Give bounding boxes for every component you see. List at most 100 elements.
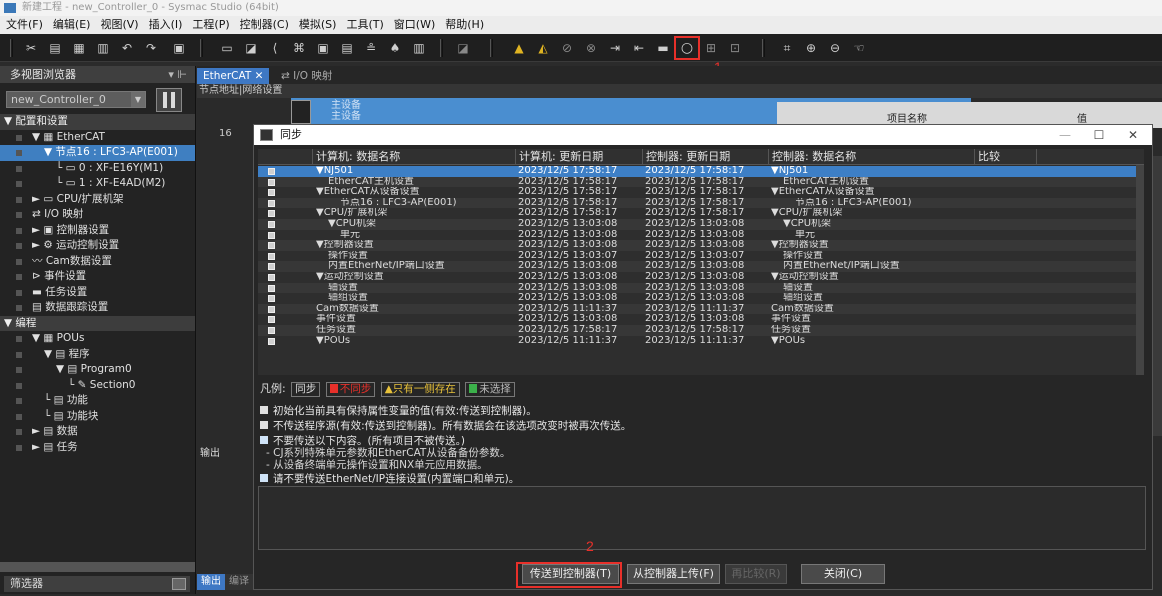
- transfer-from-controller-button[interactable]: 从控制器上传(F): [627, 564, 720, 584]
- table-row[interactable]: 轴组设置 2023/12/5 13:03:08 2023/12/5 13:03:08…: [258, 293, 1144, 304]
- row-checkbox[interactable]: [268, 274, 275, 281]
- table-row[interactable]: EtherCAT主机设置 2023/12/5 17:58:17 2023/12/5 …: [258, 176, 1144, 188]
- row-checkbox[interactable]: [268, 189, 275, 197]
- checkbox-init-retain[interactable]: [260, 406, 268, 414]
- table-row[interactable]: 单元 2023/12/5 13:03:08 2023/12/5 13:03:08 单元: [258, 230, 1144, 241]
- option-init-retain[interactable]: 初始化当前具有保持属性变量的值(有效:传送到控制器)。: [260, 405, 537, 417]
- tree-item[interactable]: 〰 Cam数据设置: [0, 254, 195, 270]
- offline-icon[interactable]: ⌘: [290, 39, 308, 57]
- table-row[interactable]: 节点16 : LFC3-AP(E001) 2023/12/5 17:58:17 20…: [258, 197, 1144, 209]
- tree-item[interactable]: ▼ 配置和设置: [0, 114, 195, 130]
- tree-item[interactable]: ► ▤ 任务: [0, 440, 195, 456]
- menu-insert[interactable]: 插入(I): [144, 16, 188, 34]
- warning-icon[interactable]: ▲: [510, 39, 528, 57]
- menu-file[interactable]: 文件(F): [0, 16, 48, 34]
- help-icon[interactable]: ▣: [170, 39, 188, 57]
- filter-toggle-icon[interactable]: [172, 578, 186, 590]
- table-row[interactable]: ▼CPU/扩展机架 2023/12/5 17:58:17 2023/12/5 17:…: [258, 208, 1144, 219]
- column-pc-name[interactable]: 计算机: 数据名称: [312, 149, 512, 165]
- filter-bar[interactable]: 筛选器: [4, 576, 190, 592]
- tree-item[interactable]: ⇄ I/O 映射: [0, 207, 195, 223]
- close-icon[interactable]: ✕: [255, 70, 264, 82]
- set-icon[interactable]: ⊗: [582, 39, 600, 57]
- row-checkbox[interactable]: [268, 168, 275, 175]
- transfer-icon[interactable]: ⇥: [606, 39, 624, 57]
- row-checkbox[interactable]: [268, 316, 275, 324]
- simulation-icon[interactable]: ⊞: [702, 39, 720, 57]
- rebuild-icon[interactable]: ≗: [362, 39, 380, 57]
- online-icon[interactable]: ⟨: [266, 39, 284, 57]
- fit-icon[interactable]: ⌗: [778, 39, 796, 57]
- checkbox-no-eip[interactable]: [260, 474, 268, 482]
- vertical-scrollbar[interactable]: [1152, 156, 1162, 436]
- menu-controller[interactable]: 控制器(C): [235, 16, 294, 34]
- zoom-out-icon[interactable]: ⊖: [826, 39, 844, 57]
- monitor-icon[interactable]: ⊘: [558, 39, 576, 57]
- tree-item[interactable]: └ ▭ 0 : XF-E16Y(M1): [0, 161, 195, 177]
- close-icon[interactable]: ✕: [1116, 125, 1150, 145]
- tree-item[interactable]: └ ✎ Section0: [0, 378, 195, 394]
- column-compare[interactable]: 比较: [974, 149, 1036, 165]
- undo-icon[interactable]: ↶: [118, 39, 136, 57]
- tree-item[interactable]: ⊳ 事件设置: [0, 269, 195, 285]
- row-checkbox[interactable]: [268, 263, 275, 271]
- controller-select[interactable]: new_Controller_0 ▼: [6, 91, 146, 108]
- tree-item[interactable]: ▼ ▦ EtherCAT: [0, 130, 195, 146]
- option-no-eip[interactable]: 请不要传送EtherNet/IP连接设置(内置端口和单元)。: [260, 473, 519, 485]
- pin-icon[interactable]: ▾ ⊩: [168, 66, 187, 83]
- row-checkbox[interactable]: [268, 305, 275, 313]
- row-checkbox[interactable]: [268, 242, 275, 250]
- tree-item[interactable]: ► ▭ CPU/扩展机架: [0, 192, 195, 208]
- table-row[interactable]: 轴设置 2023/12/5 13:03:08 2023/12/5 13:03:08 轴…: [258, 282, 1144, 294]
- tab-compile[interactable]: 编译: [225, 574, 253, 590]
- tree-item[interactable]: ► ⚙ 运动控制设置: [0, 238, 195, 254]
- row-checkbox[interactable]: [268, 327, 275, 334]
- tree-item[interactable]: ▤ 数据跟踪设置: [0, 300, 195, 316]
- paste-icon[interactable]: ▦: [70, 39, 88, 57]
- column-ctl-date[interactable]: 控制器: 更新日期: [642, 149, 767, 165]
- checkbox-no-transfer[interactable]: [260, 436, 268, 444]
- minimize-icon[interactable]: —: [1048, 125, 1082, 145]
- tab-output[interactable]: 输出: [197, 574, 225, 590]
- table-row[interactable]: 操作设置 2023/12/5 13:03:07 2023/12/5 13:03:07…: [258, 251, 1144, 262]
- cut-icon[interactable]: ✂: [22, 39, 40, 57]
- maximize-icon[interactable]: ☐: [1082, 125, 1116, 145]
- redo-icon[interactable]: ↷: [142, 39, 160, 57]
- build-icon[interactable]: ▤: [338, 39, 356, 57]
- table-row[interactable]: 事件设置 2023/12/5 13:03:08 2023/12/5 13:03:08…: [258, 314, 1144, 325]
- row-checkbox[interactable]: [268, 231, 275, 239]
- tab-ethercat[interactable]: EtherCAT ✕: [197, 68, 270, 84]
- tree-item[interactable]: ▼ ▦ POUs: [0, 331, 195, 347]
- table-row[interactable]: 内置EtherNet/IP端口设置 2023/12/5 13:03:08 2023/…: [258, 261, 1144, 272]
- close-button[interactable]: 关闭(C): [801, 564, 885, 584]
- project-icon[interactable]: ◪: [242, 39, 260, 57]
- tree-item[interactable]: ▼ ▤ 程序: [0, 347, 195, 363]
- tree-item[interactable]: └ ▤ 功能块: [0, 409, 195, 425]
- tree-item[interactable]: ► ▤ 数据: [0, 424, 195, 440]
- tree-item[interactable]: ▼ ▤ Program0: [0, 362, 195, 378]
- option-no-source[interactable]: 不传送程序源(有效:传送到控制器)。所有数据会在该选项改变时被再次传送。: [260, 420, 631, 432]
- tree-item[interactable]: └ ▤ 功能: [0, 393, 195, 409]
- menu-edit[interactable]: 编辑(E): [48, 16, 96, 34]
- force-icon[interactable]: ◪: [454, 39, 472, 57]
- row-checkbox[interactable]: [268, 252, 275, 260]
- controller-icon[interactable]: [156, 88, 182, 112]
- menu-simulation[interactable]: 模拟(S): [294, 16, 342, 34]
- table-row[interactable]: ▼CPU机架 2023/12/5 13:03:08 2023/12/5 13:03:…: [258, 219, 1144, 230]
- menu-project[interactable]: 工程(P): [187, 16, 234, 34]
- compile-icon[interactable]: ▣: [314, 39, 332, 57]
- chevron-down-icon[interactable]: ▼: [131, 92, 145, 107]
- zoom-in-icon[interactable]: ⊕: [802, 39, 820, 57]
- tab-io-map[interactable]: ⇄ I/O 映射: [275, 68, 338, 84]
- menu-view[interactable]: 视图(V): [95, 16, 143, 34]
- simulation-stop-icon[interactable]: ⊡: [726, 39, 744, 57]
- menu-tools[interactable]: 工具(T): [341, 16, 388, 34]
- table-row[interactable]: Cam数据设置 2023/12/5 11:11:37 2023/12/5 11:11…: [258, 303, 1144, 315]
- tree-item[interactable]: ▬ 任务设置: [0, 285, 195, 301]
- table-row[interactable]: ▼NJ501 2023/12/5 17:58:17 2023/12/5 17:58:…: [258, 166, 1144, 177]
- copy-icon[interactable]: ▤: [46, 39, 64, 57]
- row-checkbox[interactable]: [268, 295, 275, 303]
- option-no-transfer[interactable]: 不要传送以下内容。(所有项目不被传送。): [260, 435, 465, 447]
- hand-icon[interactable]: ☜: [850, 39, 868, 57]
- row-checkbox[interactable]: [268, 221, 275, 228]
